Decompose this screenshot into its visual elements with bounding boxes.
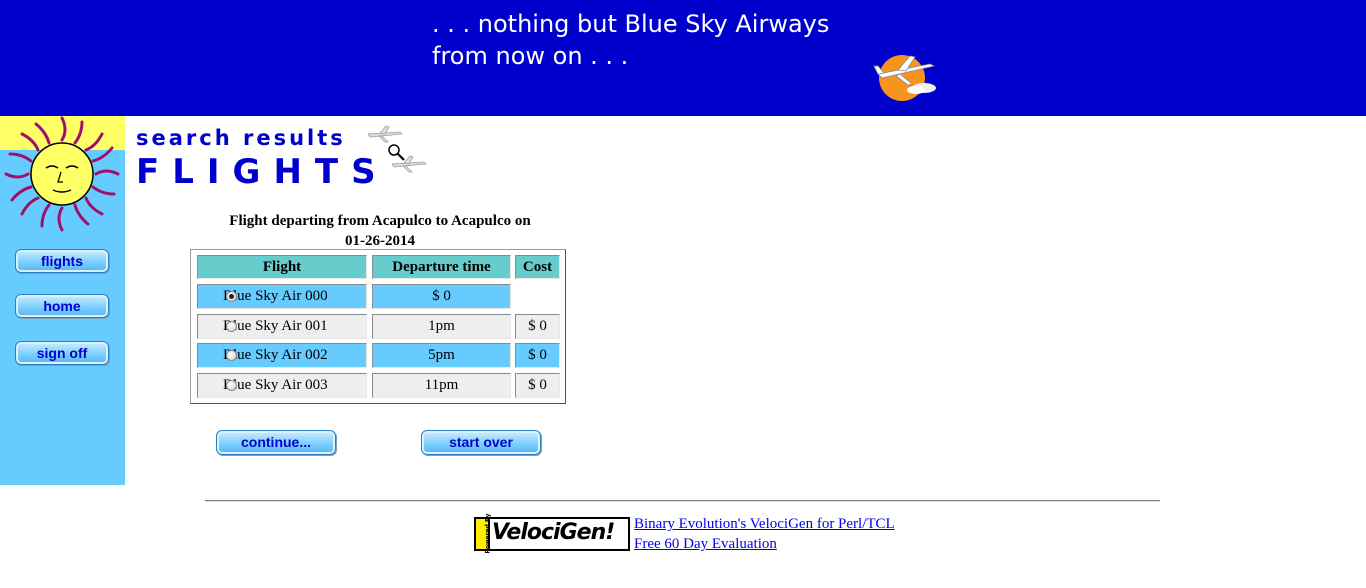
radio-button-selected[interactable] (226, 291, 237, 302)
page-title: FLIGHTS (136, 152, 389, 192)
departure-time: 5pm (372, 343, 511, 368)
velocigen-badge[interactable]: Powered By VelociGen! (474, 513, 630, 554)
page-subtitle: search results (136, 126, 346, 150)
continue-button[interactable]: continue... (216, 430, 336, 455)
caption-date: 01-26-2014 (345, 233, 415, 249)
radio-button[interactable] (226, 321, 237, 332)
footer-divider (205, 500, 1160, 502)
flight-cost: $ 0 (515, 314, 560, 339)
flight-option-row[interactable]: Blue Sky Air 001 (197, 314, 367, 339)
powered-by-label: Powered By (484, 513, 492, 554)
tagline-line-2: from now on . . . (432, 42, 629, 70)
radio-button[interactable] (226, 350, 237, 361)
flight-cost: $ 0 (515, 343, 560, 368)
left-sidebar: flights home sign off (0, 116, 125, 485)
flight-name: Blue Sky Air 002 (223, 347, 328, 363)
results-caption: Flight departing from Acapulco to Acapul… (196, 211, 564, 251)
flight-results-table: Flight Departure time Cost Blue Sky Air … (190, 249, 566, 404)
flight-option-row[interactable]: Blue Sky Air 002 (197, 343, 367, 368)
departure-time: $ 0 (372, 284, 511, 309)
departure-time: 11pm (372, 373, 511, 398)
free-evaluation-link[interactable]: Free 60 Day Evaluation (634, 536, 777, 553)
powered-by-strip: Powered By (476, 513, 492, 554)
flight-option-row[interactable]: Blue Sky Air 000 (197, 284, 367, 309)
radio-button[interactable] (226, 380, 237, 391)
flight-cost: $ 0 (515, 373, 560, 398)
start-over-button[interactable]: start over (421, 430, 541, 455)
caption-route: Flight departing from Acapulco to Acapul… (229, 213, 531, 229)
sun-face-logo (0, 116, 125, 232)
flights-button[interactable]: flights (15, 249, 109, 273)
tagline-line-1: . . . nothing but Blue Sky Airways (432, 10, 830, 38)
flight-name: Blue Sky Air 000 (223, 288, 328, 304)
tagline: . . . nothing but Blue Sky Airways from … (432, 8, 829, 72)
sign-off-button[interactable]: sign off (15, 341, 109, 365)
column-header-departure: Departure time (372, 255, 511, 279)
flight-name: Blue Sky Air 003 (223, 377, 328, 393)
airplane-sun-logo (873, 55, 936, 101)
velocigen-logo-text: VelociGen! (492, 520, 615, 545)
column-header-flight: Flight (197, 255, 367, 279)
departure-time: 1pm (372, 314, 511, 339)
planes-magnifier-icon (367, 125, 427, 173)
home-button[interactable]: home (15, 294, 109, 318)
column-header-cost: Cost (515, 255, 560, 279)
flight-name: Blue Sky Air 001 (223, 318, 328, 334)
flight-option-row[interactable]: Blue Sky Air 003 (197, 373, 367, 398)
velocigen-link[interactable]: Binary Evolution's VelociGen for Perl/TC… (634, 516, 895, 533)
top-banner: . . . nothing but Blue Sky Airways from … (0, 0, 1366, 116)
